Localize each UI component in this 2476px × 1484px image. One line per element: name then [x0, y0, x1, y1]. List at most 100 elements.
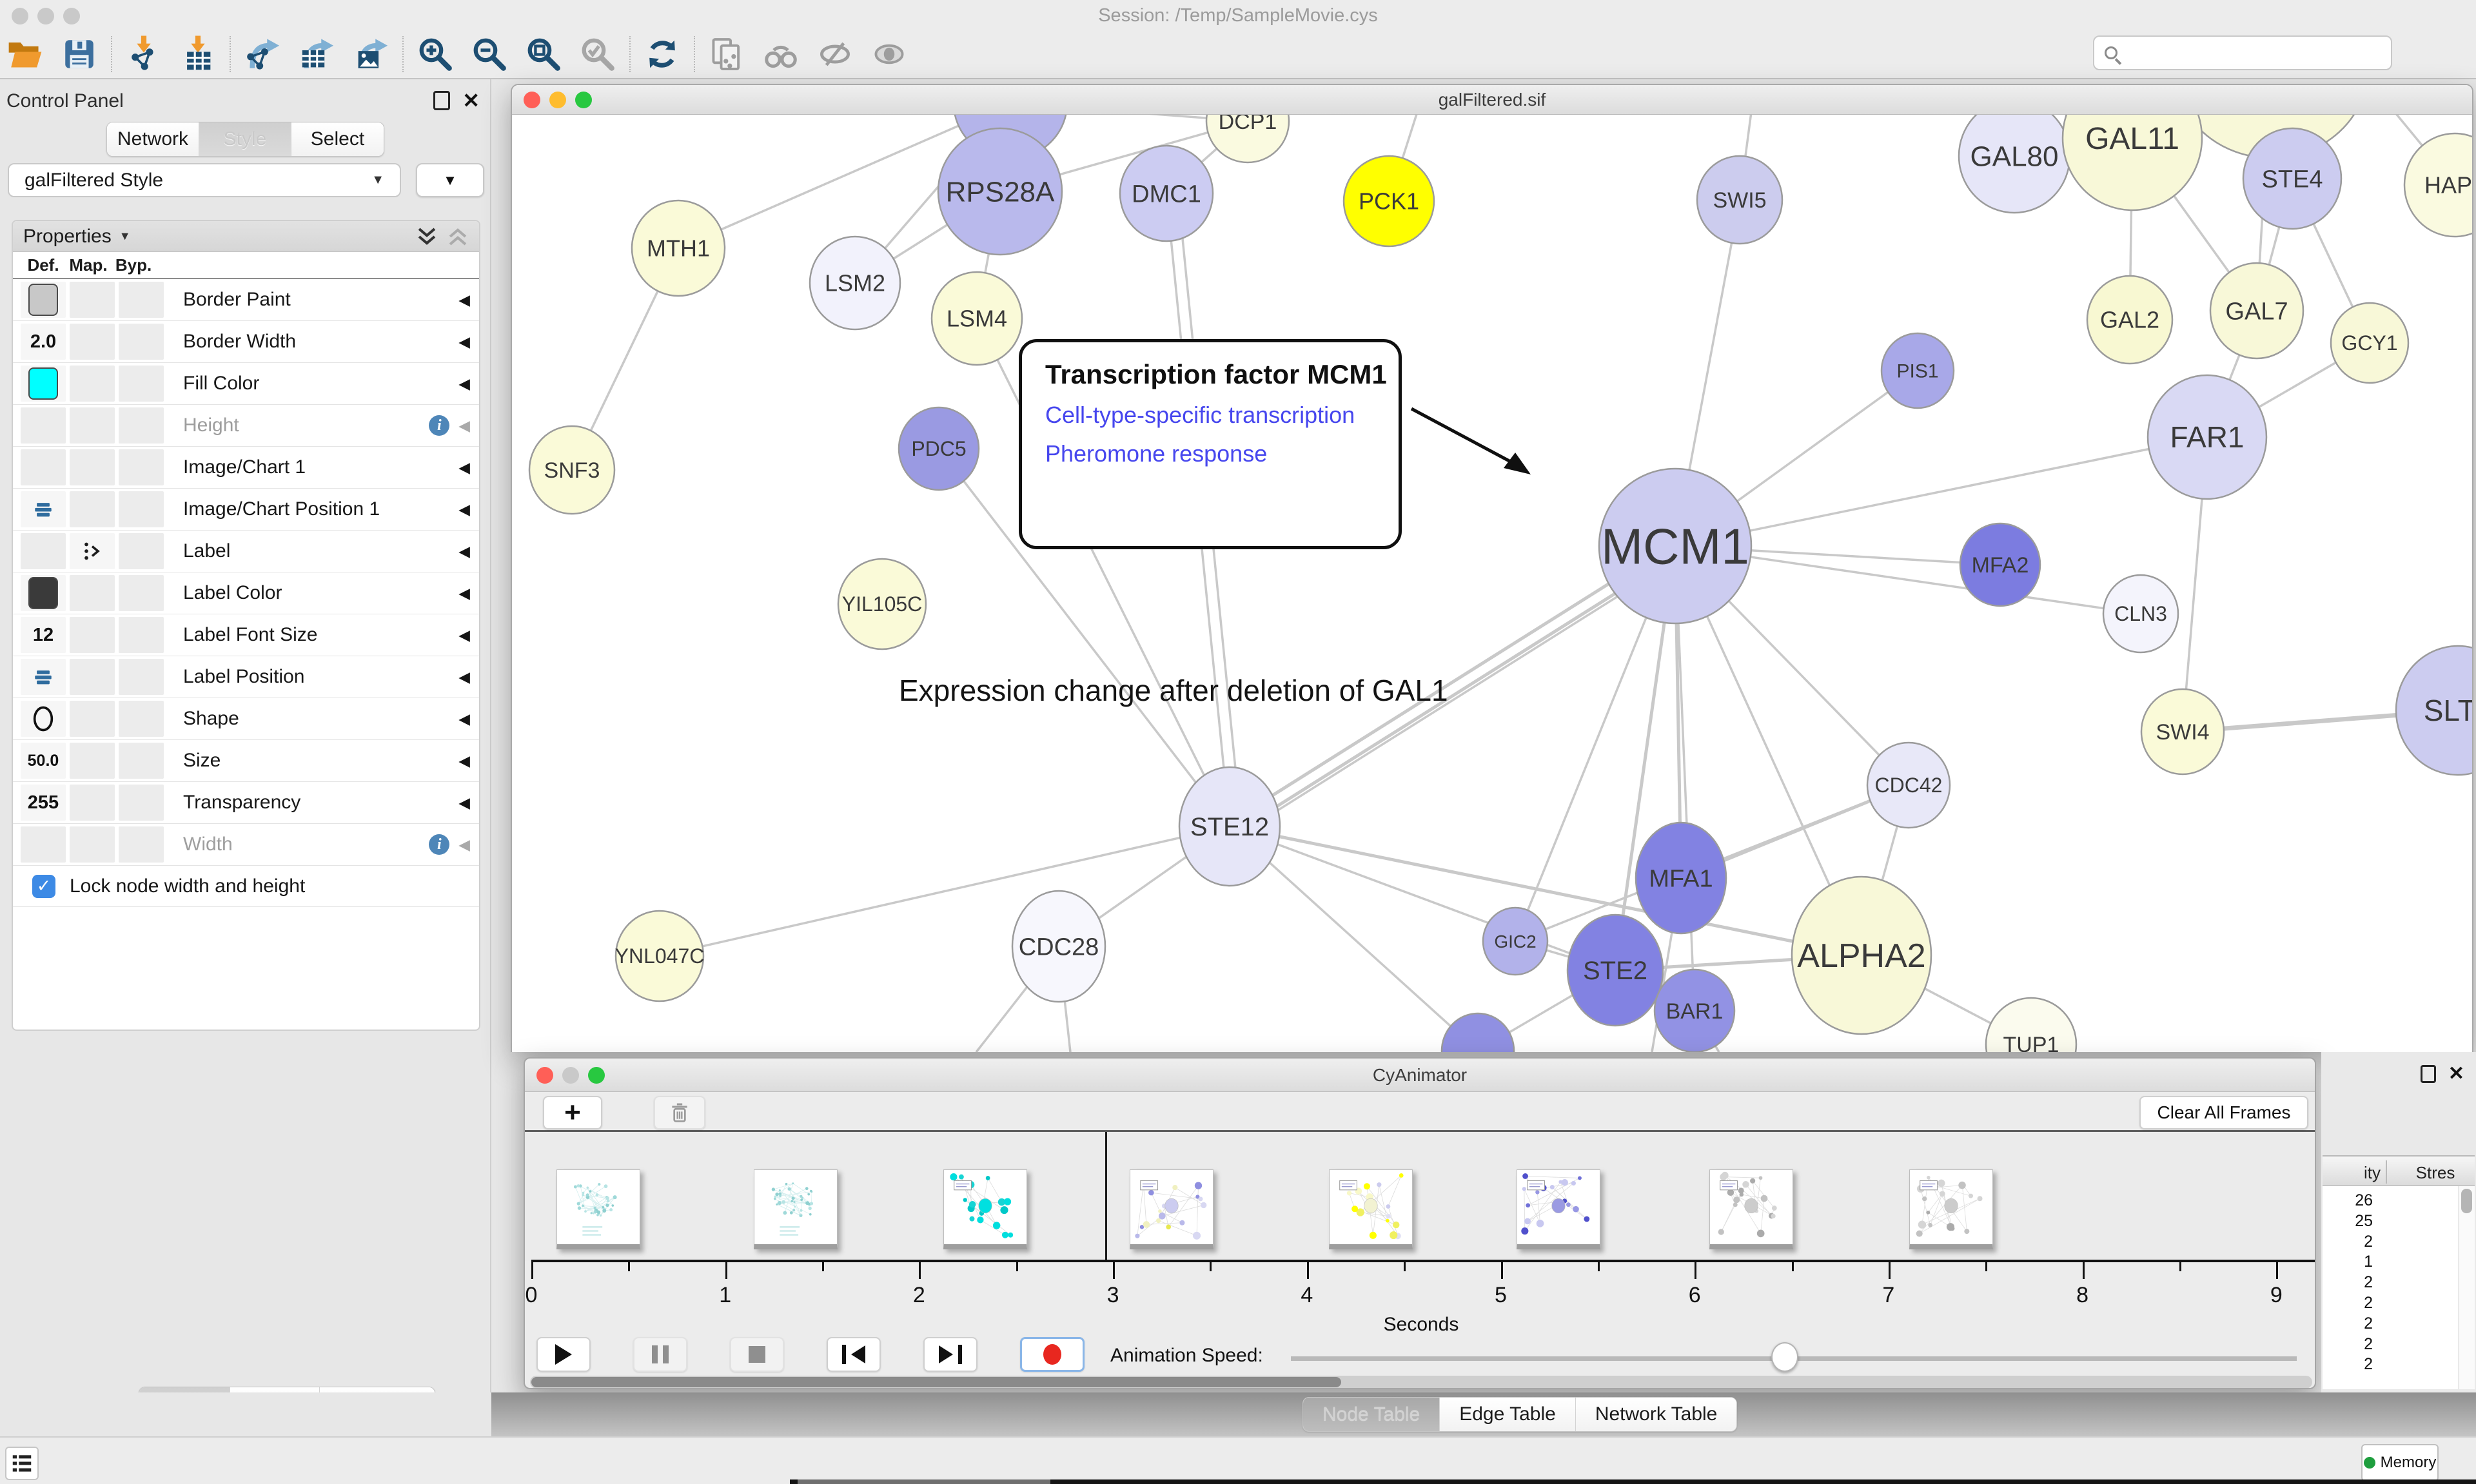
property-row-label[interactable]: Label◀ — [13, 531, 479, 572]
table-scrollbar[interactable] — [2459, 1186, 2475, 1389]
table-tab-edge-table[interactable]: Edge Table — [1440, 1398, 1576, 1431]
node-PCK1[interactable]: PCK1 — [1344, 156, 1434, 246]
node-STE2[interactable]: STE2 — [1567, 915, 1663, 1026]
frame-thumbnail-4[interactable] — [1130, 1169, 1213, 1249]
node-RPS28A[interactable]: RPS28A — [938, 128, 1062, 255]
property-row-image-chart-position-1[interactable]: Image/Chart Position 1◀ — [13, 489, 479, 531]
property-def-cell[interactable] — [21, 407, 66, 444]
expand-row-icon[interactable]: ◀ — [458, 669, 470, 686]
property-map-cell[interactable] — [70, 324, 115, 360]
panel-menu-button[interactable] — [5, 1447, 39, 1480]
edge-STE12-STE2[interactable] — [1230, 826, 1615, 970]
property-byp-cell[interactable] — [119, 785, 164, 821]
node-STE4[interactable]: STE4 — [2243, 128, 2341, 229]
expand-row-icon[interactable]: ◀ — [458, 710, 470, 728]
property-def-cell[interactable] — [21, 366, 66, 402]
properties-header[interactable]: Properties ▼ — [13, 221, 479, 252]
annotation-link-2[interactable]: Pheromone response — [1045, 440, 1399, 467]
node-MCM1[interactable]: MCM1 — [1599, 469, 1751, 623]
property-map-cell[interactable] — [70, 575, 115, 611]
export-image-icon[interactable] — [352, 35, 389, 73]
property-def-cell[interactable]: 12 — [21, 617, 66, 653]
tab-style[interactable]: Style — [199, 122, 291, 156]
scrollbar-thumb[interactable] — [531, 1377, 1341, 1387]
playhead[interactable] — [1105, 1132, 1107, 1260]
node-FAR1[interactable]: FAR1 — [2148, 375, 2266, 499]
property-map-cell[interactable] — [70, 491, 115, 527]
node-SNF3[interactable]: SNF3 — [529, 426, 614, 514]
search-input[interactable] — [2093, 35, 2392, 70]
property-map-cell[interactable] — [70, 282, 115, 318]
zoom-in-icon[interactable] — [417, 35, 454, 73]
export-network-icon[interactable] — [244, 35, 281, 73]
horizontal-scrollbar[interactable] — [530, 1376, 2312, 1389]
export-table-icon[interactable] — [298, 35, 335, 73]
table-cell[interactable]: 2 — [2323, 1294, 2373, 1313]
property-row-label-font-size[interactable]: 12Label Font Size◀ — [13, 614, 479, 656]
info-icon[interactable]: i — [429, 834, 449, 855]
frame-thumbnail-3[interactable] — [943, 1169, 1027, 1249]
property-byp-cell[interactable] — [119, 491, 164, 527]
property-map-cell[interactable] — [70, 826, 115, 863]
node-SWI4[interactable]: SWI4 — [2141, 689, 2224, 774]
import-network-icon[interactable] — [125, 35, 162, 73]
property-def-cell[interactable] — [21, 533, 66, 569]
style-options-button[interactable]: ▼ — [416, 163, 484, 197]
property-row-label-position[interactable]: Label Position◀ — [13, 656, 479, 698]
property-row-height[interactable]: Heighti◀ — [13, 405, 479, 447]
property-map-cell[interactable] — [70, 659, 115, 695]
frame-thumbnail-2[interactable] — [754, 1169, 838, 1249]
expand-all-icon[interactable] — [416, 226, 438, 248]
expand-row-icon[interactable]: ◀ — [458, 501, 470, 518]
float-panel-icon[interactable] — [2421, 1065, 2436, 1083]
property-byp-cell[interactable] — [119, 366, 164, 402]
float-panel-icon[interactable] — [433, 91, 450, 110]
property-map-cell[interactable] — [70, 617, 115, 653]
node-CLN3[interactable]: CLN3 — [2103, 575, 2178, 652]
record-button[interactable] — [1020, 1337, 1085, 1372]
property-def-cell[interactable]: 255 — [21, 785, 66, 821]
property-byp-cell[interactable] — [119, 449, 164, 485]
node-MFA2[interactable]: MFA2 — [1960, 523, 2040, 606]
network-canvas[interactable]: GAL80GAL11DCP1RPS28ADMC1PCK1SWI5STE4HAP2… — [512, 115, 2472, 1052]
clear-all-frames-button[interactable]: Clear All Frames — [2139, 1096, 2308, 1129]
save-session-icon[interactable] — [61, 35, 98, 73]
expand-row-icon[interactable]: ◀ — [458, 627, 470, 644]
node-MTH1[interactable]: MTH1 — [632, 200, 725, 296]
property-byp-cell[interactable] — [119, 617, 164, 653]
collapse-all-icon[interactable] — [447, 226, 469, 248]
expand-row-icon[interactable]: ◀ — [458, 836, 470, 854]
property-row-fill-color[interactable]: Fill Color◀ — [13, 363, 479, 405]
node-GAL11[interactable]: GAL11 — [2063, 115, 2202, 210]
property-row-shape[interactable]: Shape◀ — [13, 698, 479, 740]
frame-thumbnail-7[interactable] — [1709, 1169, 1793, 1249]
skip-end-button[interactable] — [923, 1337, 978, 1372]
expand-row-icon[interactable]: ◀ — [458, 333, 470, 351]
tab-network[interactable]: Network — [107, 122, 199, 156]
property-map-cell[interactable] — [70, 743, 115, 779]
node-STE12[interactable]: STE12 — [1179, 767, 1280, 886]
property-byp-cell[interactable] — [119, 407, 164, 444]
node-DCP1[interactable]: DCP1 — [1206, 115, 1289, 162]
delete-frame-button[interactable] — [654, 1096, 705, 1129]
node-PIS1[interactable]: PIS1 — [1882, 333, 1954, 408]
property-byp-cell[interactable] — [119, 701, 164, 737]
play-button[interactable] — [536, 1337, 591, 1372]
node-HAP2[interactable]: HAP2 — [2404, 133, 2472, 237]
network-window-titlebar[interactable]: galFiltered.sif — [512, 85, 2472, 115]
node-LSM4[interactable]: LSM4 — [932, 272, 1022, 365]
property-row-image-chart-1[interactable]: Image/Chart 1◀ — [13, 447, 479, 489]
table-cell[interactable]: 2 — [2323, 1335, 2373, 1354]
property-def-cell[interactable] — [21, 659, 66, 695]
table-tab-network-table[interactable]: Network Table — [1576, 1398, 1737, 1431]
node-SLT2[interactable]: SLT2 — [2396, 646, 2472, 775]
annotation-box[interactable]: Transcription factor MCM1 Cell-type-spec… — [1019, 339, 1402, 549]
info-icon[interactable]: i — [429, 415, 449, 436]
property-row-width[interactable]: Widthi◀ — [13, 824, 479, 866]
expand-row-icon[interactable]: ◀ — [458, 752, 470, 770]
node-GAL2[interactable]: GAL2 — [2087, 276, 2172, 364]
add-frame-button[interactable]: + — [543, 1096, 602, 1129]
annotation-link-1[interactable]: Cell-type-specific transcription — [1045, 402, 1399, 429]
property-byp-cell[interactable] — [119, 533, 164, 569]
open-session-icon[interactable] — [6, 35, 44, 73]
